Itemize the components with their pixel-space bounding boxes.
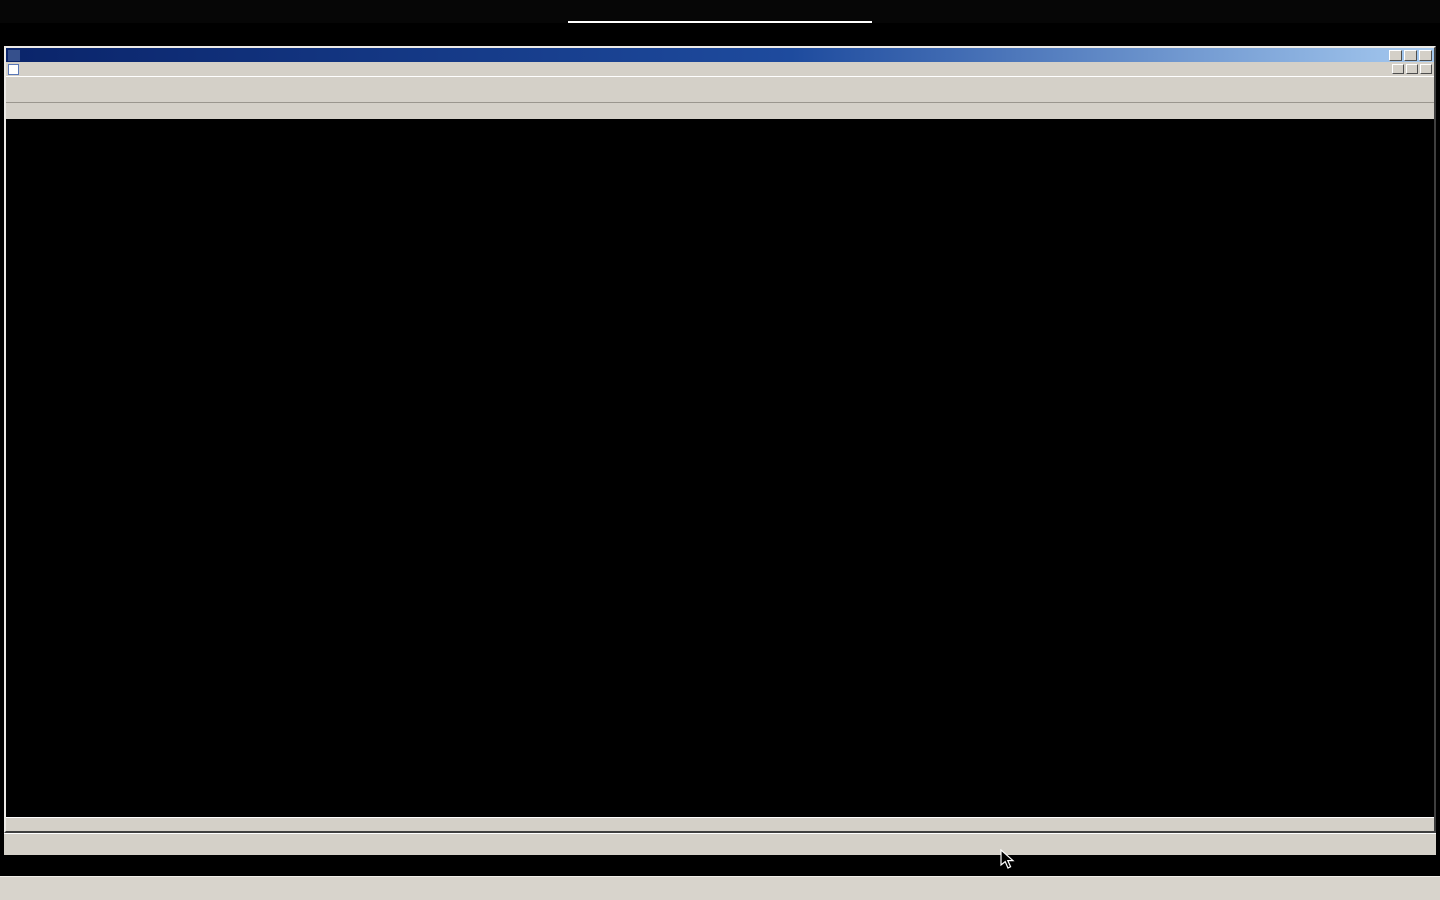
ltspice-tabbar bbox=[6, 103, 1434, 119]
ltspice-minimize-button[interactable] bbox=[1389, 50, 1402, 61]
vnc-toolbar-grip[interactable] bbox=[568, 21, 872, 23]
ltspice-restore-button[interactable] bbox=[1404, 50, 1417, 61]
ltspice-window bbox=[4, 46, 1436, 833]
ltspice-toolbar bbox=[6, 76, 1434, 103]
mdi-window-controls bbox=[1392, 64, 1434, 74]
waveform-svg bbox=[6, 119, 1434, 817]
mdi-minimize-button[interactable] bbox=[1392, 64, 1404, 74]
remote-desktop bbox=[4, 46, 1436, 855]
waveform-plot[interactable] bbox=[6, 119, 1434, 817]
ltspice-window-controls bbox=[1389, 50, 1432, 61]
ltspice-titlebar[interactable] bbox=[6, 48, 1434, 62]
document-icon bbox=[8, 64, 19, 75]
remote-taskbar bbox=[4, 833, 1436, 855]
mouse-cursor bbox=[1000, 849, 1016, 871]
ltspice-menubar bbox=[6, 62, 1434, 76]
ltspice-close-button[interactable] bbox=[1419, 50, 1432, 61]
ltspice-app-icon bbox=[8, 50, 20, 61]
ltspice-statusbar bbox=[6, 817, 1434, 831]
mdi-restore-button[interactable] bbox=[1406, 64, 1418, 74]
mdi-close-button[interactable] bbox=[1420, 64, 1432, 74]
vnc-titlebar[interactable] bbox=[0, 0, 1440, 23]
local-taskbar bbox=[0, 876, 1440, 900]
